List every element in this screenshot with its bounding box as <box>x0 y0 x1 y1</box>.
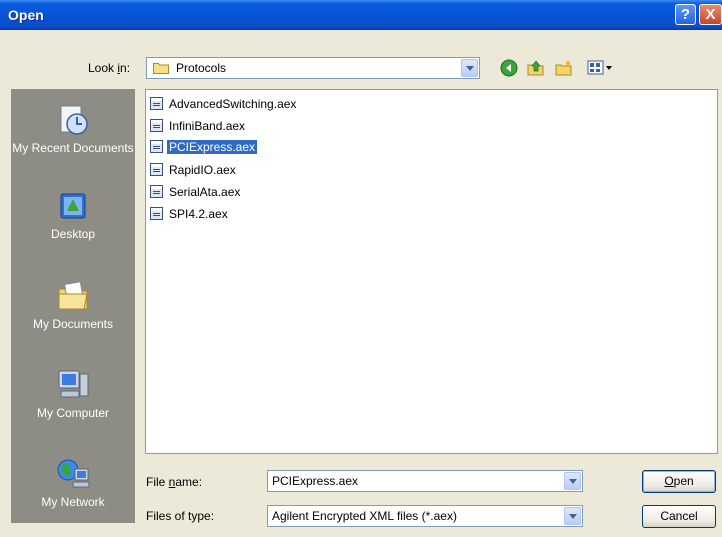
aex-file-icon <box>150 185 163 198</box>
file-item-selected[interactable]: PCIExpress.aex <box>150 139 259 156</box>
views-menu-icon[interactable] <box>587 59 613 77</box>
my-network-icon <box>57 459 90 488</box>
file-item[interactable]: RapidIO.aex <box>150 162 238 179</box>
lookin-combobox[interactable]: Protocols <box>146 57 480 79</box>
place-desktop[interactable]: Desktop <box>11 191 135 241</box>
desktop-icon <box>60 193 86 219</box>
place-my-documents[interactable]: My Documents <box>11 279 135 331</box>
back-icon[interactable] <box>500 59 518 77</box>
aex-file-icon <box>150 207 163 220</box>
place-my-network[interactable]: My Network <box>11 457 135 509</box>
file-item[interactable]: SerialAta.aex <box>150 184 242 201</box>
file-item[interactable]: InfiniBand.aex <box>150 118 247 135</box>
aex-file-icon <box>150 119 163 132</box>
aex-file-icon <box>150 97 163 110</box>
new-folder-icon[interactable] <box>555 59 573 77</box>
filename-input[interactable]: PCIExpress.aex <box>267 470 583 492</box>
filename-dropdown-button[interactable] <box>564 472 581 490</box>
filetype-select[interactable]: Agilent Encrypted XML files (*.aex) <box>267 505 583 527</box>
places-bar: My Recent Documents Desktop My Documents… <box>11 89 135 523</box>
filetype-label: Files of type: <box>146 509 215 523</box>
aex-file-icon <box>150 140 163 153</box>
file-item[interactable]: AdvancedSwitching.aex <box>150 96 298 113</box>
open-button[interactable]: Open <box>642 470 716 493</box>
my-documents-icon <box>58 281 88 310</box>
filename-label: File name: <box>146 475 203 489</box>
help-button[interactable]: ? <box>675 4 696 25</box>
cancel-button[interactable]: Cancel <box>642 505 716 528</box>
lookin-dropdown-button[interactable] <box>461 59 478 77</box>
lookin-label: Look in: <box>88 61 131 75</box>
my-computer-icon <box>58 370 89 398</box>
close-button[interactable]: X <box>699 4 722 25</box>
window-title: Open <box>8 7 44 23</box>
lookin-value: Protocols <box>176 61 227 75</box>
up-folder-icon[interactable] <box>527 59 545 77</box>
filetype-dropdown-button[interactable] <box>564 507 581 525</box>
file-item[interactable]: SPI4.2.aex <box>150 206 230 223</box>
title-bar[interactable]: Open ? X <box>0 0 722 30</box>
recent-documents-icon <box>60 105 88 135</box>
file-list[interactable]: AdvancedSwitching.aex InfiniBand.aex PCI… <box>145 89 718 454</box>
folder-icon <box>153 63 169 74</box>
place-my-computer[interactable]: My Computer <box>11 368 135 420</box>
place-my-recent-documents[interactable]: My Recent Documents <box>11 103 135 155</box>
aex-file-icon <box>150 163 163 176</box>
